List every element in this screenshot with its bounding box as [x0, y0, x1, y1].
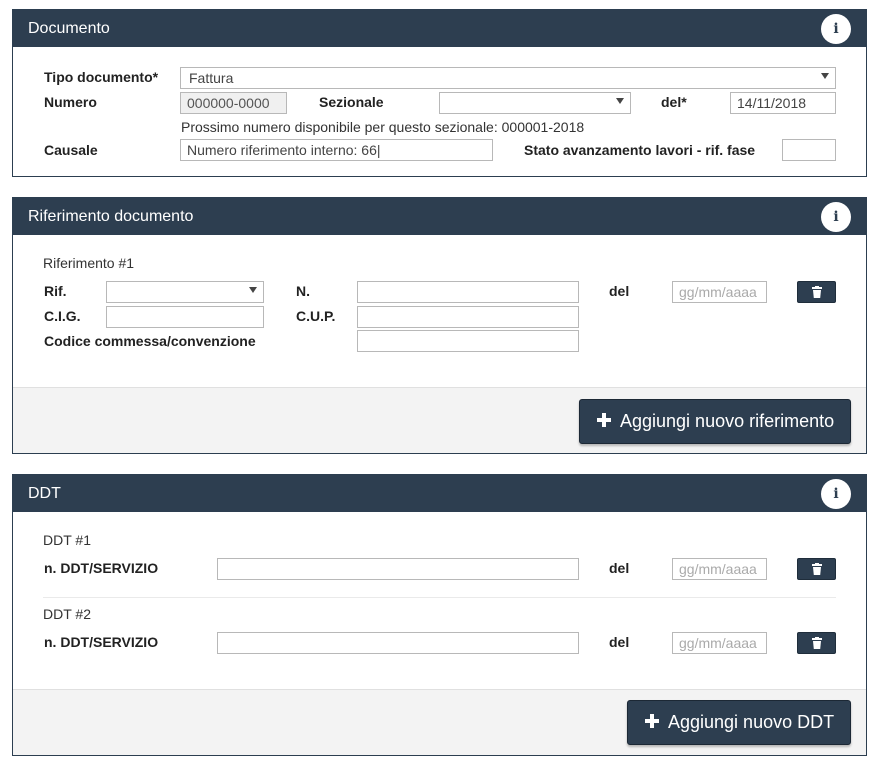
ddt-number-label: n. DDT/SERVIZIO	[44, 560, 159, 576]
cig-label: C.I.G.	[44, 308, 81, 324]
info-icon[interactable]: i	[821, 479, 851, 509]
riferimento-panel: Riferimento documento i Riferimento #1 R…	[12, 197, 867, 454]
trash-icon	[812, 286, 822, 298]
stato-avanzamento-label: Stato avanzamento lavori - rif. fase	[524, 142, 756, 158]
n-field[interactable]	[357, 281, 579, 303]
del-date-field[interactable]: 14/11/2018	[730, 92, 836, 114]
cig-field[interactable]	[106, 306, 264, 328]
documento-header: Documento i	[13, 10, 866, 47]
rif-label: Rif.	[44, 283, 67, 299]
tipo-documento-value: Fattura	[189, 70, 234, 86]
ddt-del-label: del	[609, 634, 630, 650]
info-icon[interactable]: i	[821, 14, 851, 44]
add-ddt-button[interactable]: Aggiungi nuovo DDT	[627, 700, 851, 745]
riferimento-title: Riferimento documento	[28, 208, 194, 225]
numero-label: Numero	[44, 94, 97, 110]
trash-icon	[812, 637, 822, 649]
n-label: N.	[296, 283, 310, 299]
ddt-number-label: n. DDT/SERVIZIO	[44, 634, 159, 650]
cup-field[interactable]	[357, 306, 579, 328]
ddt-del-date-field[interactable]: gg/mm/aaaa	[672, 558, 767, 580]
delete-riferimento-button[interactable]	[797, 281, 836, 303]
chevron-down-icon	[249, 287, 257, 293]
delete-ddt-button[interactable]	[797, 632, 836, 654]
ddt-header: DDT i	[13, 475, 866, 512]
ddt-del-label: del	[609, 560, 630, 576]
trash-icon	[812, 563, 822, 575]
ddt-footer: Aggiungi nuovo DDT	[13, 689, 866, 755]
sezionale-label: Sezionale	[319, 94, 384, 110]
documento-panel: Documento i Tipo documento* Fattura Nume…	[12, 9, 867, 177]
chevron-down-icon	[821, 73, 829, 79]
delete-ddt-button[interactable]	[797, 558, 836, 580]
sezionale-select[interactable]	[439, 92, 631, 114]
ddt-number-field[interactable]	[217, 558, 579, 580]
ddt-panel: DDT i DDT #1 n. DDT/SERVIZIO del gg/mm/a…	[12, 474, 867, 756]
rif-del-label: del	[609, 283, 630, 299]
divider	[43, 597, 836, 598]
tipo-documento-label: Tipo documento*	[44, 69, 159, 85]
tipo-documento-select[interactable]: Fattura	[180, 67, 836, 89]
ddt-item-title: DDT #2	[43, 606, 91, 622]
plus-icon	[645, 714, 659, 728]
info-icon[interactable]: i	[821, 202, 851, 232]
prossimo-numero-hint: Prossimo numero disponibile per questo s…	[181, 119, 585, 135]
rif-select[interactable]	[106, 281, 264, 303]
cup-label: C.U.P.	[296, 308, 336, 324]
add-riferimento-button[interactable]: Aggiungi nuovo riferimento	[579, 399, 851, 444]
riferimento-header: Riferimento documento i	[13, 198, 866, 235]
rif-del-date-field[interactable]: gg/mm/aaaa	[672, 281, 767, 303]
commessa-label: Codice commessa/convenzione	[44, 333, 256, 349]
chevron-down-icon	[616, 98, 624, 104]
add-riferimento-label: Aggiungi nuovo riferimento	[620, 411, 835, 431]
riferimento-item-title: Riferimento #1	[43, 255, 135, 271]
plus-icon	[597, 413, 611, 427]
add-ddt-label: Aggiungi nuovo DDT	[668, 712, 835, 732]
ddt-del-date-field[interactable]: gg/mm/aaaa	[672, 632, 767, 654]
stato-avanzamento-field[interactable]	[782, 139, 836, 161]
ddt-number-field[interactable]	[217, 632, 579, 654]
causale-label: Causale	[44, 142, 98, 158]
commessa-field[interactable]	[357, 330, 579, 352]
numero-field[interactable]: 000000-0000	[180, 92, 287, 114]
ddt-title: DDT	[28, 485, 61, 502]
ddt-item-title: DDT #1	[43, 532, 91, 548]
documento-title: Documento	[28, 20, 110, 37]
del-label: del*	[661, 94, 687, 110]
causale-field[interactable]: Numero riferimento interno: 66|	[180, 139, 493, 161]
riferimento-footer: Aggiungi nuovo riferimento	[13, 387, 866, 453]
